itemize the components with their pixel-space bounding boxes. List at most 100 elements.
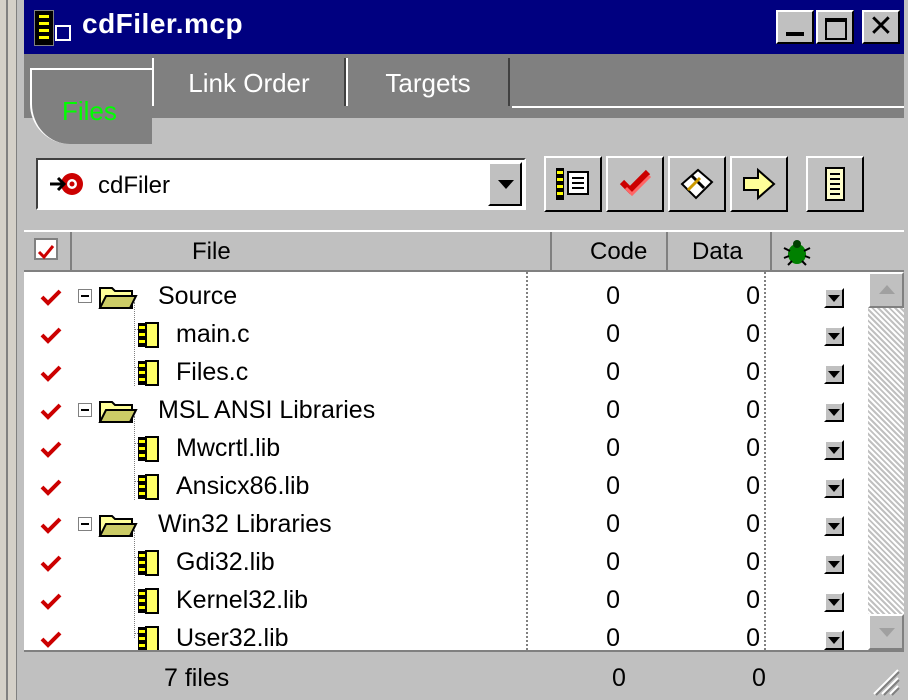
- file-row-gdi32-lib[interactable]: Gdi32.lib 0 0: [24, 544, 868, 582]
- file-row-files-c[interactable]: Files.c 0 0: [24, 354, 868, 392]
- maximize-button[interactable]: [816, 10, 854, 44]
- chevron-down-icon[interactable]: [824, 478, 844, 498]
- group-row-source[interactable]: Source 0 0: [24, 278, 868, 316]
- project-inspector-icon: [825, 167, 845, 201]
- scroll-up-button[interactable]: [868, 272, 904, 308]
- chevron-down-icon[interactable]: [824, 402, 844, 422]
- code-size: 0: [606, 586, 620, 614]
- scroll-down-button[interactable]: [868, 614, 904, 650]
- group-name: Win32 Libraries: [158, 510, 332, 538]
- status-bar: 7 files 0 0: [24, 650, 904, 700]
- code-size: 0: [606, 434, 620, 462]
- data-column-header[interactable]: Data: [668, 232, 772, 270]
- tab-targets[interactable]: Targets: [346, 58, 510, 106]
- target-label: cdFiler: [98, 172, 171, 199]
- library-file-icon: [138, 550, 159, 576]
- checkmark-icon[interactable]: [40, 440, 62, 458]
- chevron-down-icon[interactable]: [824, 554, 844, 574]
- column-header: File Code Data: [24, 230, 904, 272]
- chevron-down-icon[interactable]: [488, 162, 522, 206]
- checkmark-icon[interactable]: [40, 326, 62, 344]
- tab-label: Link Order: [188, 68, 310, 98]
- close-button[interactable]: ✕: [862, 10, 900, 44]
- collapse-icon[interactable]: [78, 403, 92, 417]
- data-size: 0: [746, 472, 760, 500]
- group-row-msl-ansi-libraries[interactable]: MSL ANSI Libraries 0 0: [24, 392, 868, 430]
- tab-label: Targets: [385, 68, 471, 98]
- code-size: 0: [606, 510, 620, 538]
- checkmark-icon[interactable]: [40, 478, 62, 496]
- file-info-icon: [556, 168, 589, 200]
- source-file-icon: [138, 322, 159, 348]
- group-row-win32-libraries[interactable]: Win32 Libraries 0 0: [24, 506, 868, 544]
- file-name: main.c: [176, 320, 250, 348]
- tab-divider: [512, 106, 904, 108]
- file-count: 7 files: [164, 664, 230, 692]
- run-button[interactable]: [730, 156, 788, 212]
- file-row-kernel32-lib[interactable]: Kernel32.lib 0 0: [24, 582, 868, 620]
- chevron-down-icon[interactable]: [824, 364, 844, 384]
- chevron-down-icon[interactable]: [824, 440, 844, 460]
- code-size: 0: [606, 472, 620, 500]
- target-select[interactable]: cdFiler: [36, 158, 526, 210]
- data-column-label: Data: [692, 238, 743, 265]
- code-total: 0: [612, 664, 626, 692]
- tab-label: Files: [62, 96, 117, 126]
- tab-link-order[interactable]: Link Order: [152, 58, 346, 106]
- run-arrow-icon: [743, 167, 776, 201]
- data-size: 0: [746, 282, 760, 310]
- chevron-down-icon[interactable]: [824, 630, 844, 650]
- source-file-icon: [138, 360, 159, 386]
- resize-grip-icon[interactable]: [866, 662, 900, 696]
- file-row-main-c[interactable]: main.c 0 0: [24, 316, 868, 354]
- checkmark-icon: [619, 169, 652, 197]
- folder-open-icon: [98, 515, 138, 537]
- checkmark-icon[interactable]: [40, 288, 62, 306]
- checkmark-icon[interactable]: [40, 630, 62, 648]
- folder-open-icon: [98, 401, 138, 423]
- chevron-down-icon[interactable]: [824, 516, 844, 536]
- file-row-mwcrtl-lib[interactable]: Mwcrtl.lib 0 0: [24, 430, 868, 468]
- check-syntax-button[interactable]: [606, 156, 664, 212]
- library-file-icon: [138, 626, 159, 652]
- checkmark-icon[interactable]: [40, 364, 62, 382]
- chevron-down-icon[interactable]: [824, 326, 844, 346]
- bug-icon[interactable]: [782, 238, 812, 266]
- chevron-down-icon[interactable]: [824, 592, 844, 612]
- file-info-button[interactable]: [544, 156, 602, 212]
- chevron-down-icon[interactable]: [824, 288, 844, 308]
- minimize-button[interactable]: [776, 10, 814, 44]
- checkmark-icon[interactable]: [40, 516, 62, 534]
- checkmark-icon[interactable]: [40, 402, 62, 420]
- code-size: 0: [606, 624, 620, 652]
- code-column-header[interactable]: Code: [552, 232, 668, 270]
- data-size: 0: [746, 434, 760, 462]
- library-file-icon: [138, 436, 159, 462]
- group-name: MSL ANSI Libraries: [158, 396, 376, 424]
- check-column-header[interactable]: [24, 232, 72, 270]
- file-name: Kernel32.lib: [176, 586, 309, 614]
- file-list: Source 0 0 main.c 0 0 Files.c 0 0 MSL AN…: [24, 272, 868, 652]
- file-column-label: File: [192, 238, 231, 265]
- vertical-scrollbar[interactable]: [868, 272, 904, 650]
- make-button[interactable]: [668, 156, 726, 212]
- checkmark-icon[interactable]: [40, 554, 62, 572]
- tab-files[interactable]: Files: [30, 68, 152, 144]
- project-window: cdFiler.mcp ✕ Link Order Targets Files c…: [0, 0, 908, 700]
- checkmark-icon[interactable]: [40, 592, 62, 610]
- make-icon: [680, 168, 714, 200]
- data-size: 0: [746, 396, 760, 424]
- project-inspector-button[interactable]: [806, 156, 864, 212]
- checkmark-icon: [34, 238, 58, 260]
- file-row-ansicx86-lib[interactable]: Ansicx86.lib 0 0: [24, 468, 868, 506]
- code-size: 0: [606, 282, 620, 310]
- collapse-icon[interactable]: [78, 289, 92, 303]
- folder-open-icon: [98, 287, 138, 309]
- data-size: 0: [746, 510, 760, 538]
- title-bar[interactable]: cdFiler.mcp ✕: [24, 0, 904, 54]
- data-size: 0: [746, 548, 760, 576]
- file-column-header[interactable]: File: [72, 232, 552, 270]
- file-name: User32.lib: [176, 624, 289, 652]
- collapse-icon[interactable]: [78, 517, 92, 531]
- close-icon: ✕: [868, 9, 894, 44]
